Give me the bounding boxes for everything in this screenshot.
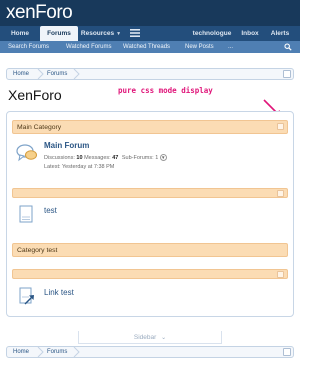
category-collapse-icon[interactable] — [277, 190, 284, 197]
user-menu-technologue[interactable]: technologue — [190, 26, 234, 41]
forum-title-test[interactable]: test — [44, 206, 57, 215]
page-title: XenForo — [8, 87, 62, 103]
category-title: Category test — [17, 247, 58, 254]
jump-to-icon[interactable] — [283, 348, 291, 356]
sidebar-chevron-icon: ⌄ — [161, 335, 167, 341]
tab-resources[interactable]: Resources ▼ — [80, 26, 122, 41]
category-header-test[interactable]: Category test — [12, 243, 288, 257]
site-header: xenForo — [0, 0, 300, 26]
breadcrumb-bottom: Home Forums — [6, 346, 294, 358]
subnav-new-posts[interactable]: New Posts — [185, 41, 214, 53]
category-collapse-icon[interactable] — [277, 123, 284, 130]
latest-post-link[interactable]: Yesterday at 7:38 PM — [62, 164, 114, 170]
search-icon[interactable] — [284, 43, 292, 51]
breadcrumb-forums[interactable]: Forums — [47, 69, 67, 79]
site-logo[interactable]: xenForo — [6, 2, 73, 24]
forum-node-icon — [16, 144, 37, 162]
breadcrumb-separator-icon — [73, 347, 80, 357]
breadcrumb-separator-icon — [37, 347, 44, 357]
tab-forums[interactable]: Forums — [40, 26, 78, 41]
forum-list: Main Category Main Forum Discussions: 10… — [6, 111, 294, 317]
category-header-main[interactable]: Main Category — [12, 120, 288, 134]
hamburger-menu-icon[interactable] — [126, 26, 144, 41]
subforums-dropdown-icon[interactable]: ▼ — [159, 154, 167, 161]
breadcrumb-separator-icon — [37, 69, 44, 79]
main-navigation: Home Forums Resources ▼ technologue Inbox… — [0, 26, 300, 41]
forum-latest: Latest: Yesterday at 7:38 PM — [44, 164, 115, 170]
sidebar-toggle[interactable]: Sidebar ⌄ — [78, 331, 222, 344]
breadcrumb-forums[interactable]: Forums — [47, 347, 67, 357]
forum-title-link-test[interactable]: Link test — [44, 288, 74, 297]
logo-text-main: xen — [6, 2, 36, 23]
alerts-link[interactable]: Alerts — [268, 26, 292, 41]
breadcrumb-home[interactable]: Home — [13, 347, 29, 357]
subnav-watched-threads[interactable]: Watched Threads — [123, 41, 170, 53]
logo-text-sub: Foro — [35, 2, 73, 23]
forum-title-main[interactable]: Main Forum — [44, 141, 89, 150]
link-forum-icon — [19, 287, 34, 305]
jump-to-icon[interactable] — [283, 70, 291, 78]
breadcrumb-separator-icon — [73, 69, 80, 79]
inbox-link[interactable]: Inbox — [240, 26, 260, 41]
breadcrumb-home[interactable]: Home — [13, 69, 29, 79]
tab-home[interactable]: Home — [4, 26, 36, 41]
breadcrumb: Home Forums — [6, 68, 294, 80]
category-collapse-icon[interactable] — [277, 271, 284, 278]
annotation-text: pure css mode display — [118, 86, 213, 95]
subnav-search-forums[interactable]: Search Forums — [8, 41, 49, 53]
forum-stats: Discussions: 10 Messages: 47 Sub-Forums:… — [44, 154, 167, 161]
subnav-more[interactable]: ... — [228, 41, 233, 53]
category-header-untitled-2[interactable] — [12, 269, 288, 279]
tab-resources-arrow-icon: ▼ — [116, 31, 122, 37]
forum-page-icon — [19, 205, 33, 223]
subnav-watched-forums[interactable]: Watched Forums — [66, 41, 111, 53]
sidebar-label: Sidebar — [133, 334, 157, 341]
category-title: Main Category — [17, 124, 62, 131]
sub-navigation: Search Forums Watched Forums Watched Thr… — [0, 41, 300, 53]
category-header-untitled[interactable] — [12, 188, 288, 198]
